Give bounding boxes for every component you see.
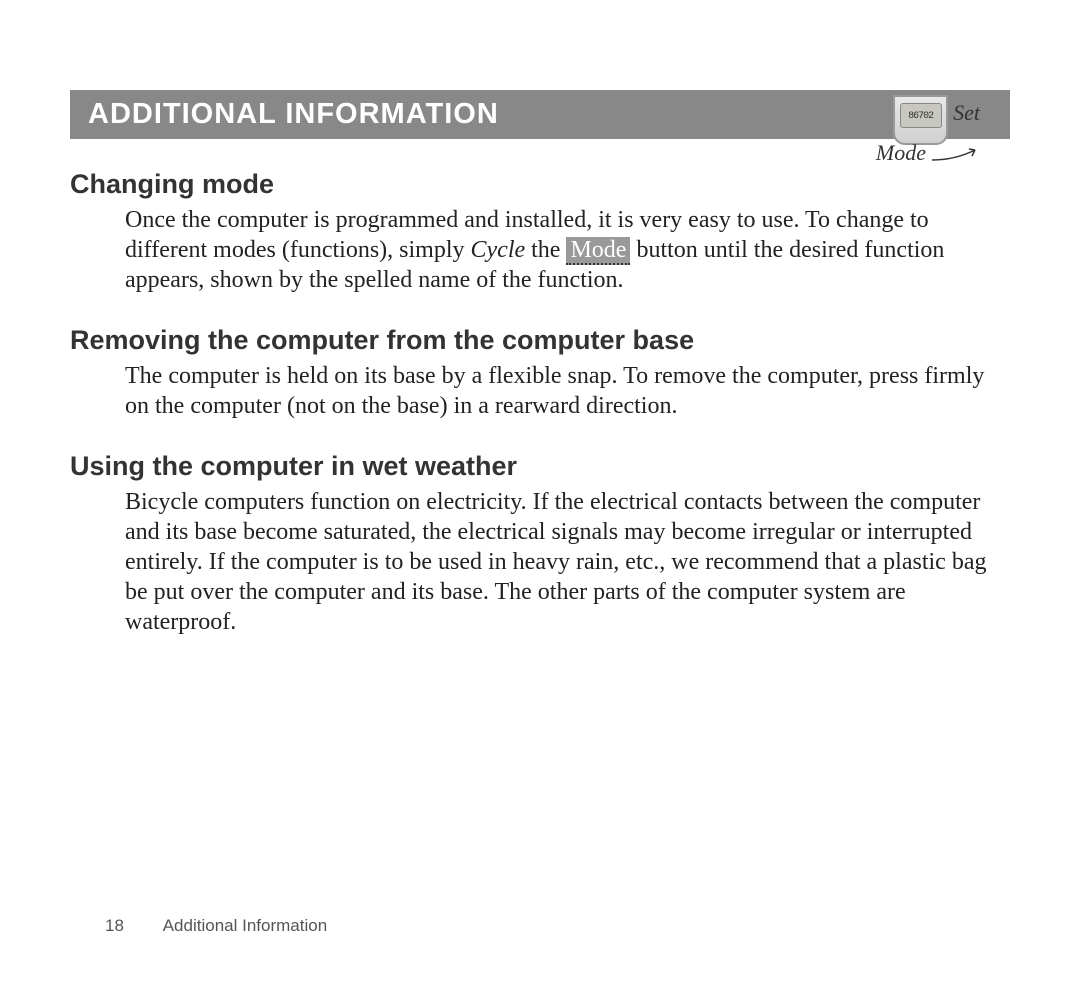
device-icon: 86702 xyxy=(893,95,948,145)
subsection-removing: Removing the computer from the computer … xyxy=(70,325,1010,421)
mode-highlight: Mode xyxy=(566,237,630,265)
subsection-changing-mode: Changing mode Once the computer is progr… xyxy=(70,169,1010,295)
set-label: Set xyxy=(953,100,980,126)
section-header: ADDITIONAL INFORMATION xyxy=(70,90,1010,139)
content-area: Changing mode Once the computer is progr… xyxy=(0,169,1080,637)
mode-label-container: Mode xyxy=(876,140,975,166)
body-text: the xyxy=(525,237,566,263)
subsection-body: The computer is held on its base by a fl… xyxy=(70,361,1010,421)
footer-label: Additional Information xyxy=(163,916,327,935)
subsection-body: Bicycle computers function on electricit… xyxy=(70,487,1010,637)
page-number: 18 xyxy=(105,916,124,935)
device-illustration: 86702 Set xyxy=(893,95,980,145)
subsection-body: Once the computer is programmed and inst… xyxy=(70,205,1010,295)
device-display: 86702 xyxy=(900,103,942,128)
mode-label: Mode xyxy=(876,140,926,165)
subsection-title: Using the computer in wet weather xyxy=(70,451,1010,482)
page-footer: 18 Additional Information xyxy=(105,916,327,936)
subsection-wet-weather: Using the computer in wet weather Bicycl… xyxy=(70,451,1010,637)
mode-arrow-icon xyxy=(930,148,975,160)
subsection-title: Removing the computer from the computer … xyxy=(70,325,1010,356)
cycle-word: Cycle xyxy=(471,237,526,263)
subsection-title: Changing mode xyxy=(70,169,1010,200)
